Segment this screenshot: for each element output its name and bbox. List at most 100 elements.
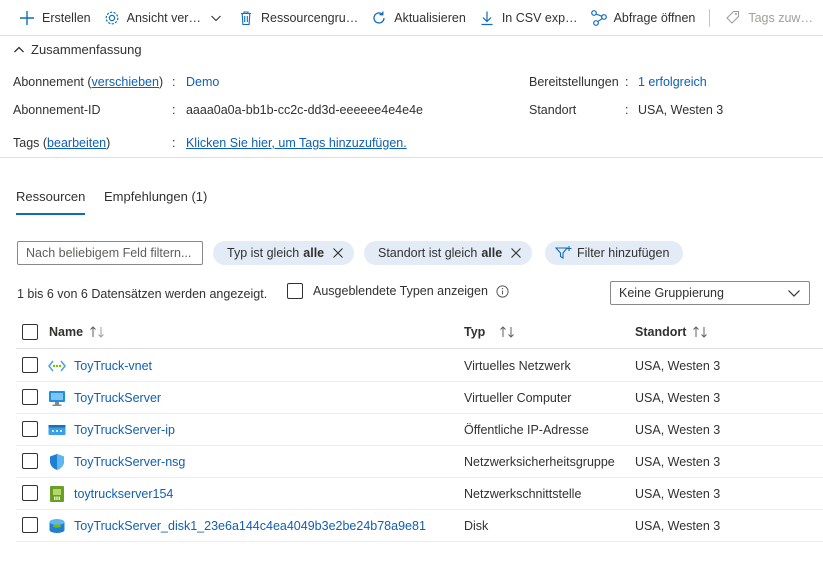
table-row[interactable]: ToyTruckServer_disk1_23e6a144c4ea4049b3e… <box>16 510 823 542</box>
resource-type: Netzwerkschnittstelle <box>464 487 582 501</box>
filter-input[interactable] <box>17 241 203 265</box>
tags-field-value: : Klicken Sie hier, um Tags hinzuzufügen… <box>172 136 407 150</box>
table-row[interactable]: ToyTruckServer Virtueller Computer USA, … <box>16 382 823 414</box>
resource-location: USA, Westen 3 <box>635 423 721 437</box>
tab-resources[interactable]: Ressourcen <box>16 189 86 215</box>
row-checkbox[interactable] <box>22 357 38 373</box>
resource-location: USA, Westen 3 <box>635 455 721 469</box>
gear-icon <box>103 9 121 27</box>
move-subscription-link[interactable]: verschieben <box>92 75 159 89</box>
create-label: Erstellen <box>42 10 91 25</box>
query-label: Abfrage öffnen <box>613 10 696 25</box>
row-checkbox[interactable] <box>22 485 38 501</box>
chevron-down-icon <box>787 286 801 300</box>
resource-type: Virtueller Computer <box>464 391 572 405</box>
table-row[interactable]: toytruckserver154 Netzwerkschnittstelle … <box>16 478 823 510</box>
tags-label: Tags zuw… <box>748 10 813 25</box>
location-value: : USA, Westen 3 <box>625 103 724 117</box>
deployments-link[interactable]: 1 erfolgreich <box>638 75 707 89</box>
resource-name-link[interactable]: ToyTruckServer-ip <box>74 423 175 437</box>
column-header-location[interactable]: Standort <box>635 325 710 339</box>
deployments-label: Bereitstellungen <box>529 75 619 89</box>
location-filter-pill[interactable]: Standort ist gleich alle <box>364 241 533 265</box>
sort-icon <box>89 326 107 338</box>
subscription-value: : Demo <box>172 75 220 89</box>
refresh-button[interactable]: Aktualisieren <box>364 0 472 36</box>
refresh-label: Aktualisieren <box>394 10 466 25</box>
resource-location: USA, Westen 3 <box>635 359 721 373</box>
tags-field-label: Tags (bearbeiten) <box>13 136 111 150</box>
network-interface-icon <box>48 485 66 503</box>
sort-icon <box>499 326 517 338</box>
show-hidden-types-checkbox[interactable] <box>287 283 303 299</box>
trash-icon <box>237 9 255 27</box>
resource-name-link[interactable]: toytruckserver154 <box>74 487 173 501</box>
grouping-value: Keine Gruppierung <box>619 286 724 300</box>
open-query-button[interactable]: Abfrage öffnen <box>584 0 702 36</box>
show-hidden-types-label: Ausgeblendete Typen anzeigen <box>313 284 488 298</box>
disk-icon <box>48 517 66 535</box>
show-hidden-types-toggle[interactable]: Ausgeblendete Typen anzeigen <box>287 283 509 299</box>
subscription-label: Abonnement (verschieben) <box>13 75 164 89</box>
location-label: Standort <box>529 103 577 117</box>
column-header-type[interactable]: Typ <box>464 325 517 339</box>
command-bar: Erstellen Ansicht ver… Ressourcengru… Ak… <box>0 0 823 36</box>
row-checkbox[interactable] <box>22 389 38 405</box>
export-csv-button[interactable]: In CSV exp… <box>472 0 584 36</box>
table-header: Name Typ Standort <box>16 317 823 349</box>
subscription-link[interactable]: Demo <box>186 75 219 89</box>
record-count-text: 1 bis 6 von 6 Datensätzen werden angezei… <box>17 287 268 301</box>
table-row[interactable]: ToyTruckServer-nsg Netzwerksicherheitsgr… <box>16 446 823 478</box>
csv-label: In CSV exp… <box>501 10 578 25</box>
row-checkbox[interactable] <box>22 517 38 533</box>
plus-icon <box>18 9 36 27</box>
essentials-title: Zusammenfassung <box>31 42 142 57</box>
refresh-icon <box>370 9 388 27</box>
view-label: Ansicht ver… <box>126 10 201 25</box>
add-filter-icon <box>555 245 573 261</box>
download-icon <box>478 9 496 27</box>
resource-type: Virtuelles Netzwerk <box>464 359 571 373</box>
assign-tags-button[interactable]: Tags zuw… <box>718 0 819 36</box>
nsg-shield-icon <box>48 453 66 471</box>
grouping-select[interactable]: Keine Gruppierung <box>610 281 810 305</box>
chevron-up-icon <box>13 44 25 56</box>
resource-type: Öffentliche IP-Adresse <box>464 423 589 437</box>
table-row[interactable]: ToyTruck-vnet Virtuelles Netzwerk USA, W… <box>16 350 823 382</box>
subscription-id-label: Abonnement-ID <box>13 103 101 117</box>
row-checkbox[interactable] <box>22 421 38 437</box>
delete-resource-group-button[interactable]: Ressourcengru… <box>231 0 364 36</box>
essentials-toggle[interactable]: Zusammenfassung <box>13 42 142 57</box>
info-icon[interactable] <box>496 284 509 298</box>
toolbar-divider <box>709 8 711 27</box>
add-tags-link[interactable]: Klicken Sie hier, um Tags hinzuzufügen. <box>186 136 407 150</box>
resource-name-link[interactable]: ToyTruckServer <box>74 391 161 405</box>
essentials-divider <box>0 157 823 158</box>
column-header-name[interactable]: Name <box>49 325 107 339</box>
select-all-checkbox[interactable] <box>22 324 38 340</box>
resource-location: USA, Westen 3 <box>635 519 721 533</box>
close-icon[interactable] <box>332 247 344 259</box>
type-filter-pill[interactable]: Typ ist gleich alle <box>213 241 355 265</box>
add-filter-button[interactable]: Filter hinzufügen <box>545 241 684 265</box>
resource-type: Disk <box>464 519 489 533</box>
close-icon[interactable] <box>510 247 522 259</box>
resource-name-link[interactable]: ToyTruck-vnet <box>74 359 152 373</box>
resource-location: USA, Westen 3 <box>635 391 721 405</box>
resource-location: USA, Westen 3 <box>635 487 721 501</box>
vnet-icon <box>48 357 66 375</box>
edit-tags-link[interactable]: bearbeiten <box>47 136 106 150</box>
tab-recommendations[interactable]: Empfehlungen (1) <box>104 189 207 213</box>
view-menu-button[interactable]: Ansicht ver… <box>97 0 231 36</box>
subscription-id-value: : aaaa0a0a-bb1b-cc2c-dd3d-eeeeee4e4e4e <box>172 103 423 117</box>
query-graph-icon <box>590 9 608 27</box>
resource-name-link[interactable]: ToyTruckServer_disk1_23e6a144c4ea4049b3e… <box>74 519 426 533</box>
resource-group-label: Ressourcengru… <box>260 10 359 25</box>
row-checkbox[interactable] <box>22 453 38 469</box>
table-row[interactable]: ToyTruckServer-ip Öffentliche IP-Adresse… <box>16 414 823 446</box>
resource-name-link[interactable]: ToyTruckServer-nsg <box>74 455 185 469</box>
chevron-down-icon <box>207 9 225 27</box>
sort-icon <box>692 326 710 338</box>
tag-icon <box>724 9 742 27</box>
create-button[interactable]: Erstellen <box>12 0 97 36</box>
